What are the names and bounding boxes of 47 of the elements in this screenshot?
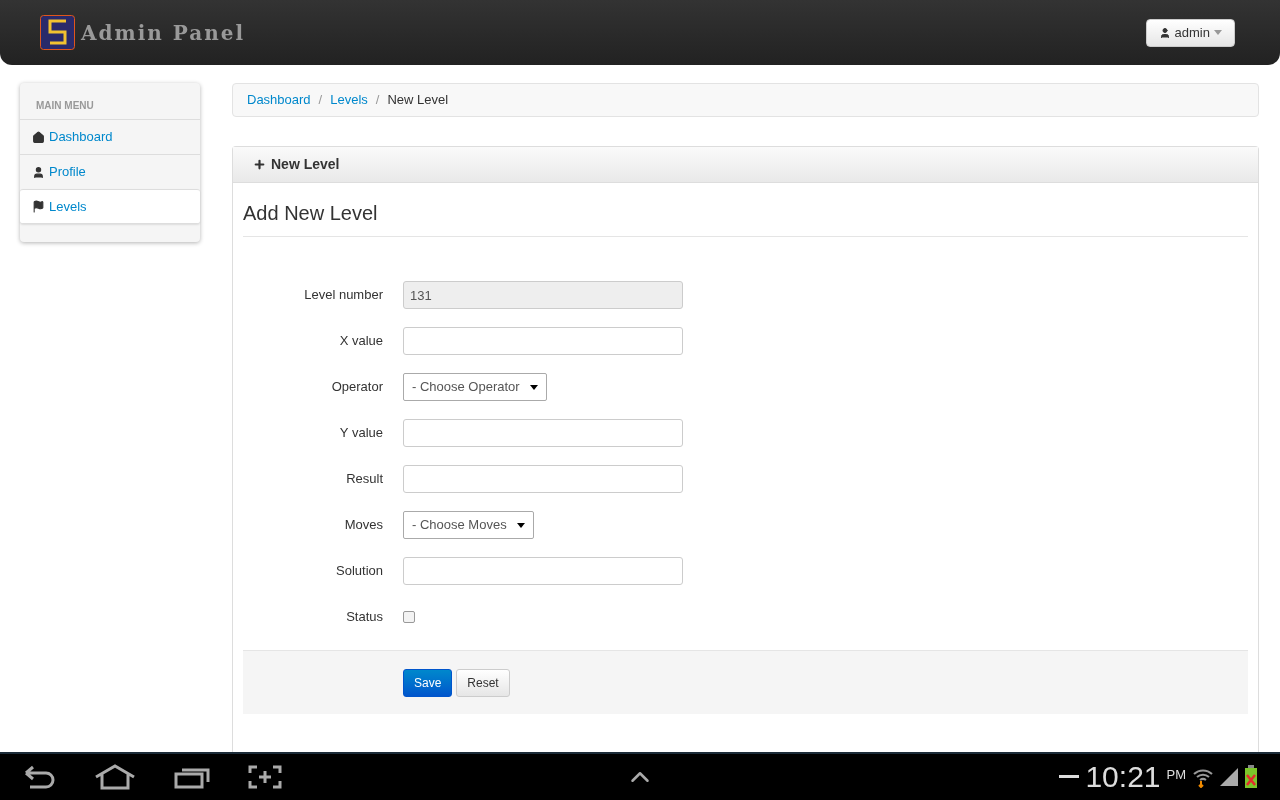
- user-icon: [1158, 26, 1171, 39]
- field-label: Y value: [338, 424, 383, 443]
- field-label: Solution: [335, 562, 383, 581]
- back-icon[interactable]: [22, 765, 56, 789]
- field-label: X value: [338, 332, 383, 351]
- caret-icon: [529, 384, 538, 390]
- sidebar-item[interactable]: Dashboard: [20, 119, 200, 154]
- screenshot-icon[interactable]: [248, 765, 282, 789]
- operator-dropdown[interactable]: - Choose Operator: [403, 373, 547, 401]
- flag-icon: [32, 200, 45, 213]
- form-heading: Add New Level: [243, 183, 1248, 237]
- text-field[interactable]: [403, 557, 683, 585]
- plus-icon: [253, 158, 266, 171]
- home-icon[interactable]: [94, 764, 136, 790]
- user-icon: [32, 165, 45, 179]
- panel-title: New Level: [271, 155, 340, 174]
- field-label: Operator: [330, 378, 383, 397]
- breadcrumb-current: New Level: [387, 91, 449, 110]
- clock-period: PM: [1166, 765, 1186, 784]
- caret-icon: [1214, 30, 1222, 35]
- breadcrumb-separator: /: [375, 91, 380, 110]
- clock-time: 10:21: [1085, 762, 1161, 792]
- breadcrumb-link[interactable]: Dashboard: [247, 90, 311, 110]
- user-menu-button[interactable]: admin: [1145, 18, 1235, 47]
- text-field[interactable]: [403, 465, 683, 493]
- sidebar-item[interactable]: Levels: [20, 189, 200, 224]
- operator-dropdown[interactable]: - Choose Moves: [403, 511, 534, 539]
- text-field[interactable]: [403, 327, 683, 355]
- brand-title: Admin Panel: [81, 19, 246, 47]
- field-label: Moves: [343, 516, 383, 535]
- field-label: Level number: [303, 286, 383, 305]
- status-checkbox[interactable]: [403, 611, 415, 623]
- text-field[interactable]: [403, 419, 683, 447]
- home-icon: [32, 130, 45, 144]
- menu-heading: MAIN MENU: [35, 99, 95, 113]
- breadcrumb-separator: /: [318, 91, 323, 110]
- save-button[interactable]: Save: [403, 668, 453, 697]
- signal-icon: [1220, 768, 1238, 786]
- field-label: Status: [345, 608, 383, 627]
- caret-icon: [516, 522, 525, 528]
- reset-button[interactable]: Reset: [456, 668, 510, 697]
- breadcrumb-link[interactable]: Levels: [330, 90, 368, 110]
- battery-icon: [1244, 765, 1258, 789]
- logo-icon: [40, 15, 75, 50]
- field-label: Result: [345, 470, 383, 489]
- minus-icon: [1059, 775, 1080, 779]
- wifi-icon: [1192, 766, 1214, 788]
